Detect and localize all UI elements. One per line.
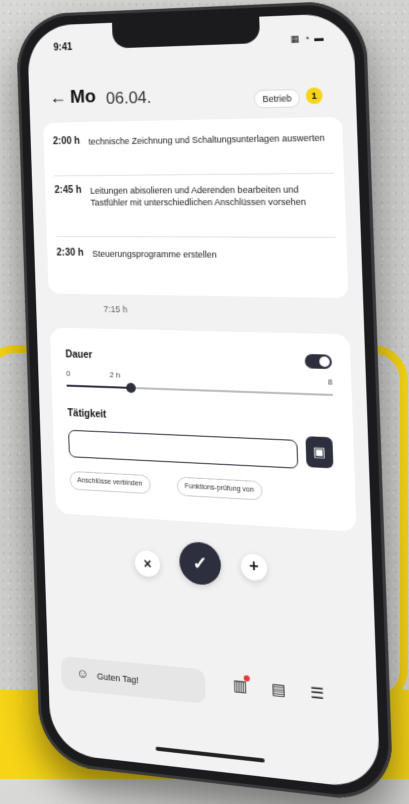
entry-description: technische Zeichnung und Schaltungsunter… <box>88 132 325 147</box>
suggestion-chip[interactable]: Funktions-prüfung von <box>176 476 263 501</box>
toggle-knob <box>319 356 330 368</box>
total-duration: 7:15 h <box>103 304 128 315</box>
entry-duration: 2:45 h <box>54 184 82 196</box>
slider-thumb[interactable] <box>125 382 136 394</box>
document-icon[interactable]: ▤ <box>271 680 286 700</box>
entry-description: Steuerungsprogramme erstellen <box>92 248 217 260</box>
greeting-pill[interactable]: ☺ Guten Tag! <box>60 656 206 704</box>
report-icon[interactable]: ▥ <box>233 675 251 696</box>
phone-device: 9:41 ▦ ◔ ▬ ← Mo 06.04. Betrieb 1 2:00 h … <box>15 0 394 804</box>
app-screen: 9:41 ▦ ◔ ▬ ← Mo 06.04. Betrieb 1 2:00 h … <box>26 12 381 791</box>
plus-icon: + <box>248 557 259 576</box>
day-header: ← Mo 06.04. Betrieb 1 <box>49 76 337 119</box>
slider-fill <box>66 384 131 389</box>
weekday-label: Mo <box>69 86 97 108</box>
entry-editor-card: Dauer 0 2 h 8 Tätigkeit ▣ Anschlüsse ver… <box>49 327 357 532</box>
alert-dot <box>243 675 251 682</box>
entry-description: Leitungen abisolieren und Aderenden bear… <box>89 184 307 208</box>
camera-button[interactable]: ▣ <box>305 436 334 469</box>
duration-toggle[interactable] <box>304 353 333 370</box>
greeting-text: Guten Tag! <box>96 671 139 686</box>
home-indicator <box>155 746 265 763</box>
check-icon: ✓ <box>192 552 208 574</box>
workplace-tag[interactable]: Betrieb <box>254 88 301 109</box>
duration-label: Dauer <box>65 349 93 361</box>
duration-slider[interactable] <box>66 382 334 397</box>
entry-row[interactable]: 2:00 h technische Zeichnung und Schaltun… <box>52 131 334 177</box>
status-icons: ▦ ◔ ▬ <box>290 32 325 45</box>
entry-duration: 2:30 h <box>56 247 84 259</box>
notification-badge: 1 <box>305 87 323 105</box>
suggestion-chip[interactable]: Anschlüsse verbinden <box>69 470 151 495</box>
status-time: 9:41 <box>53 42 73 54</box>
task-input[interactable] <box>68 429 299 469</box>
action-bar: × ✓ + <box>44 532 374 606</box>
close-icon: × <box>143 555 152 572</box>
add-button[interactable]: + <box>240 553 268 582</box>
cancel-button[interactable]: × <box>134 549 161 578</box>
confirm-button[interactable]: ✓ <box>178 540 222 587</box>
hand-wave-icon: ☺ <box>75 665 89 682</box>
camera-icon: ▣ <box>312 443 327 460</box>
slider-min-label: 0 <box>66 368 71 378</box>
menu-icon[interactable]: ☰ <box>310 683 325 703</box>
slider-max-label: 8 <box>327 377 333 387</box>
entries-card: 2:00 h technische Zeichnung und Schaltun… <box>43 116 349 299</box>
entry-row[interactable]: 2:45 h Leitungen abisolieren und Aderend… <box>54 183 336 238</box>
slider-mid-label: 2 h <box>109 370 121 380</box>
bottom-bar: ☺ Guten Tag! ▥ ▤ ☰ <box>60 650 363 726</box>
entry-row[interactable]: 2:30 h Steuerungsprogramme erstellen <box>56 248 337 274</box>
date-label: 06.04. <box>105 87 152 108</box>
task-label: Tätigkeit <box>67 408 107 421</box>
back-arrow-icon[interactable]: ← <box>49 87 66 108</box>
entry-duration: 2:00 h <box>52 135 81 148</box>
